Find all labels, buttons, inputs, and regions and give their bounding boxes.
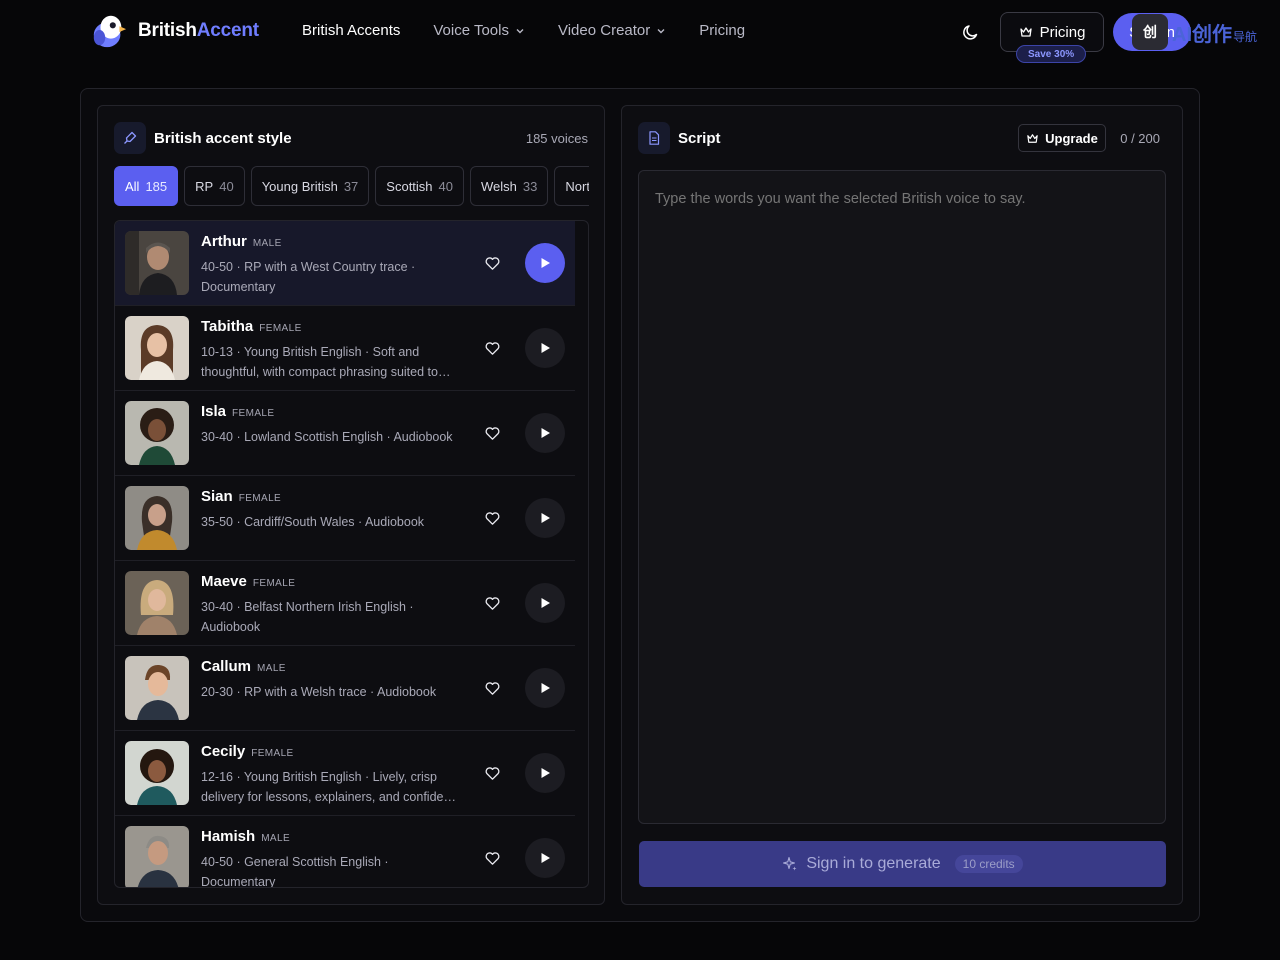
play-icon: [541, 513, 550, 523]
voice-avatar: [125, 571, 189, 635]
voice-name: Arthur MALE: [201, 233, 282, 250]
character-count: 0 / 200: [1120, 131, 1160, 146]
voice-description: 20-30 · RP with a Welsh trace · Audioboo…: [201, 685, 437, 699]
document-icon: [638, 122, 670, 154]
voice-name: Hamish MALE: [201, 828, 291, 845]
voice-row[interactable]: Tabitha FEMALE 10-13 · Young British Engl…: [115, 306, 575, 391]
voice-name: Cecily FEMALE: [201, 743, 294, 760]
nav-video-creator[interactable]: Video Creator: [558, 22, 666, 39]
voice-name: Tabitha FEMALE: [201, 318, 302, 335]
voice-description: 12-16 · Young British English · Lively, …: [201, 770, 456, 804]
play-button[interactable]: [525, 583, 565, 623]
voice-row[interactable]: Callum MALE 20-30 · RP with a Welsh trace…: [115, 646, 575, 731]
voice-description: 30-40 · Lowland Scottish English · Audio…: [201, 430, 453, 444]
watermark-logo-icon: 创: [1132, 14, 1168, 50]
voice-description: 40-50 · RP with a West Country trace · D…: [201, 260, 416, 294]
voice-row[interactable]: Isla FEMALE 30-40 · Lowland Scottish Engl…: [115, 391, 575, 476]
play-button[interactable]: [525, 328, 565, 368]
filter-northern[interactable]: Northern: [554, 166, 589, 206]
moon-icon[interactable]: [961, 22, 981, 42]
crown-icon: [1019, 27, 1032, 37]
voice-row[interactable]: Hamish MALE 40-50 · General Scottish Engl…: [115, 816, 575, 888]
brand-logo[interactable]: BritishAccent: [90, 12, 259, 50]
voices-panel: British accent style 185 voices All 185 RP…: [97, 105, 605, 905]
voice-name: Isla FEMALE: [201, 403, 275, 420]
play-icon: [541, 768, 550, 778]
filter-scottish[interactable]: Scottish 40: [375, 166, 465, 206]
play-icon: [541, 853, 550, 863]
nav-pricing[interactable]: Pricing: [699, 22, 745, 39]
voice-avatar: [125, 656, 189, 720]
heart-icon[interactable]: [484, 340, 501, 357]
voice-name: Sian FEMALE: [201, 488, 282, 505]
voice-row[interactable]: Sian FEMALE 35-50 · Cardiff/South Wales ·…: [115, 476, 575, 561]
play-icon: [541, 683, 550, 693]
heart-icon[interactable]: [484, 765, 501, 782]
play-button[interactable]: [525, 838, 565, 878]
voice-list[interactable]: Arthur MALE 40-50 · RP with a West Countr…: [114, 220, 589, 888]
voice-avatar: [125, 741, 189, 805]
upgrade-button[interactable]: Upgrade: [1018, 124, 1106, 152]
voice-count: 185 voices: [525, 131, 588, 146]
script-input[interactable]: [638, 170, 1166, 824]
voice-avatar: [125, 231, 189, 295]
chevron-down-icon: [657, 28, 665, 33]
accent-filter-chips: All 185 RP 40 Young British 37 Scottish 40 Welsh…: [114, 166, 589, 206]
voice-description: 40-50 · General Scottish English · Docum…: [201, 855, 389, 888]
heart-icon[interactable]: [484, 850, 501, 867]
watermark: 创 AI创作: [1132, 14, 1232, 50]
play-button[interactable]: [525, 498, 565, 538]
microphone-icon: [114, 122, 146, 154]
voice-row[interactable]: Cecily FEMALE 12-16 · Young British Engli…: [115, 731, 575, 816]
voices-panel-title: British accent style: [154, 130, 292, 147]
voice-row[interactable]: Maeve FEMALE 30-40 · Belfast Northern Iri…: [115, 561, 575, 646]
voice-description: 30-40 · Belfast Northern Irish English ·…: [201, 600, 414, 634]
voice-avatar: [125, 316, 189, 380]
play-icon: [541, 428, 550, 438]
filter-all[interactable]: All 185: [114, 166, 179, 206]
heart-icon[interactable]: [484, 595, 501, 612]
parrot-logo-icon: [93, 15, 127, 48]
voice-avatar: [125, 826, 189, 887]
filter-welsh[interactable]: Welsh 33: [470, 166, 549, 206]
brand-name: BritishAccent: [138, 20, 259, 41]
chevron-down-icon: [516, 28, 524, 33]
watermark-sub: 导航: [1233, 30, 1258, 44]
play-icon: [541, 343, 550, 353]
voice-row[interactable]: Arthur MALE 40-50 · RP with a West Countr…: [115, 221, 575, 306]
voice-description: 10-13 · Young British English · Soft and…: [201, 345, 451, 379]
play-button[interactable]: [525, 668, 565, 708]
voice-name: Callum MALE: [201, 658, 286, 675]
top-header: BritishAccent British Accents Voice Tool…: [0, 0, 1280, 64]
play-icon: [541, 598, 550, 608]
sparkle-icon: [783, 856, 797, 871]
voice-description: 35-50 · Cardiff/South Wales · Audiobook: [201, 515, 425, 529]
heart-icon[interactable]: [484, 255, 501, 272]
filter-young-british[interactable]: Young British 37: [250, 166, 370, 206]
save-badge: Save 30%: [1016, 45, 1087, 63]
heart-icon[interactable]: [484, 680, 501, 697]
script-panel: Script Upgrade 0 / 200 Sign in to genera…: [621, 105, 1183, 905]
voice-avatar: [125, 401, 189, 465]
filter-rp[interactable]: RP 40: [184, 166, 245, 206]
play-button[interactable]: [525, 413, 565, 453]
play-icon: [541, 258, 550, 268]
main-nav: British Accents Voice Tools Video Creato…: [302, 22, 778, 39]
play-button[interactable]: [525, 243, 565, 283]
nav-voice-tools[interactable]: Voice Tools: [433, 22, 525, 39]
crown-icon: [1027, 133, 1038, 143]
script-panel-title: Script: [678, 130, 721, 147]
credits-badge: 10 credits: [954, 855, 1023, 873]
voice-name: Maeve FEMALE: [201, 573, 296, 590]
nav-british-accents[interactable]: British Accents: [302, 22, 400, 39]
play-button[interactable]: [525, 753, 565, 793]
heart-icon[interactable]: [484, 510, 501, 527]
generate-button[interactable]: Sign in to generate 10 credits: [639, 841, 1166, 887]
voice-avatar: [125, 486, 189, 550]
heart-icon[interactable]: [484, 425, 501, 442]
